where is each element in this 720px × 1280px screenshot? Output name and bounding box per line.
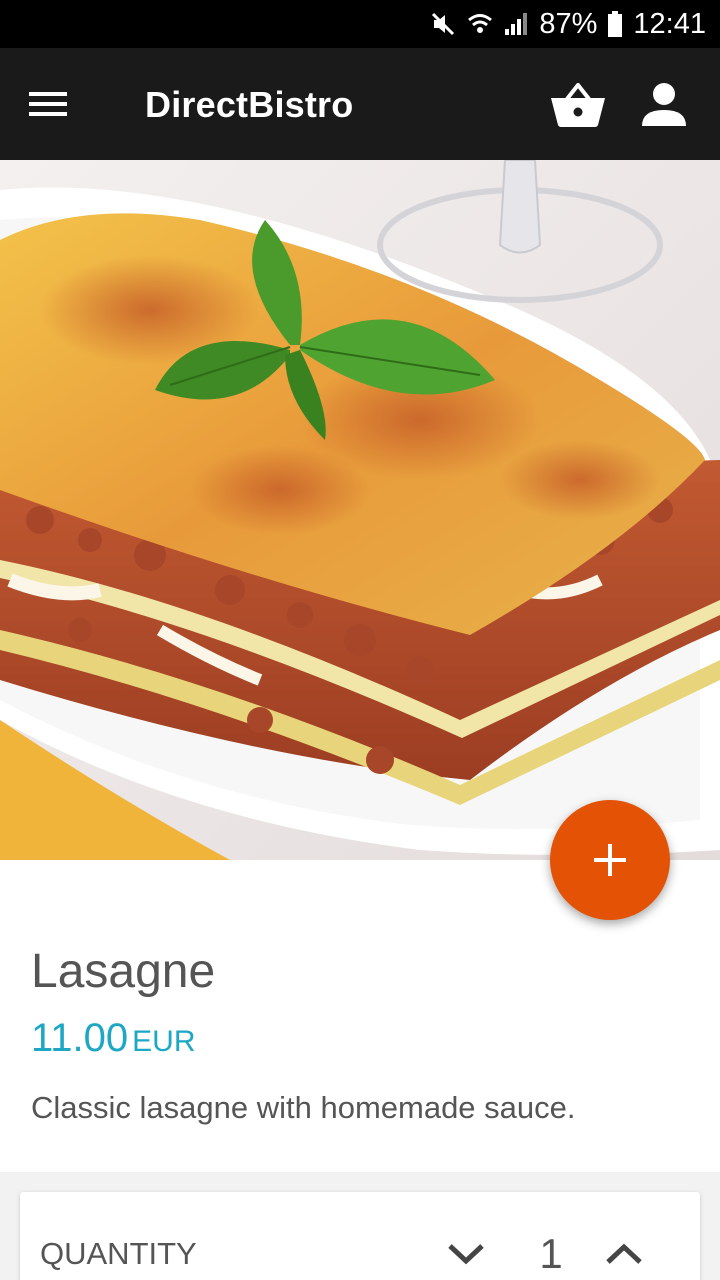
quantity-value: 1 xyxy=(539,1230,563,1277)
product-screen: 87% 12:41 DirectBistro Lasagne 11.00 EUR… xyxy=(0,0,720,1280)
price-value: 11.00 xyxy=(31,1016,129,1060)
clock: 12:41 xyxy=(633,7,706,40)
mute-icon xyxy=(429,10,457,38)
account-icon xyxy=(642,83,686,126)
menu-icon xyxy=(29,92,67,116)
add-to-basket-button[interactable] xyxy=(550,800,670,920)
account-button[interactable] xyxy=(636,76,692,132)
chevron-up-icon xyxy=(606,1243,642,1264)
quantity-decrease-button[interactable] xyxy=(440,1232,492,1276)
quantity-increase-button[interactable] xyxy=(598,1232,650,1276)
quantity-label: QUANTITY xyxy=(40,1236,197,1271)
app-bar: DirectBistro xyxy=(0,48,720,160)
wifi-icon xyxy=(467,10,493,38)
basket-icon xyxy=(551,83,605,127)
app-title: DirectBistro xyxy=(145,84,354,125)
lasagne-photo xyxy=(0,160,720,860)
status-bar: 87% 12:41 xyxy=(0,0,720,48)
battery-icon xyxy=(607,10,623,38)
product-price: 11.00 EUR xyxy=(31,1016,195,1061)
price-currency: EUR xyxy=(132,1025,196,1058)
chevron-down-icon xyxy=(448,1244,484,1265)
battery-percent: 87% xyxy=(539,7,598,40)
basket-button[interactable] xyxy=(546,76,610,132)
plus-icon xyxy=(594,844,626,876)
menu-button[interactable] xyxy=(22,80,74,128)
signal-icon xyxy=(503,11,529,37)
product-name: Lasagne xyxy=(31,945,216,998)
quantity-stepper: QUANTITY 1 xyxy=(20,1192,700,1280)
product-description: Classic lasagne with homemade sauce. xyxy=(31,1090,576,1125)
